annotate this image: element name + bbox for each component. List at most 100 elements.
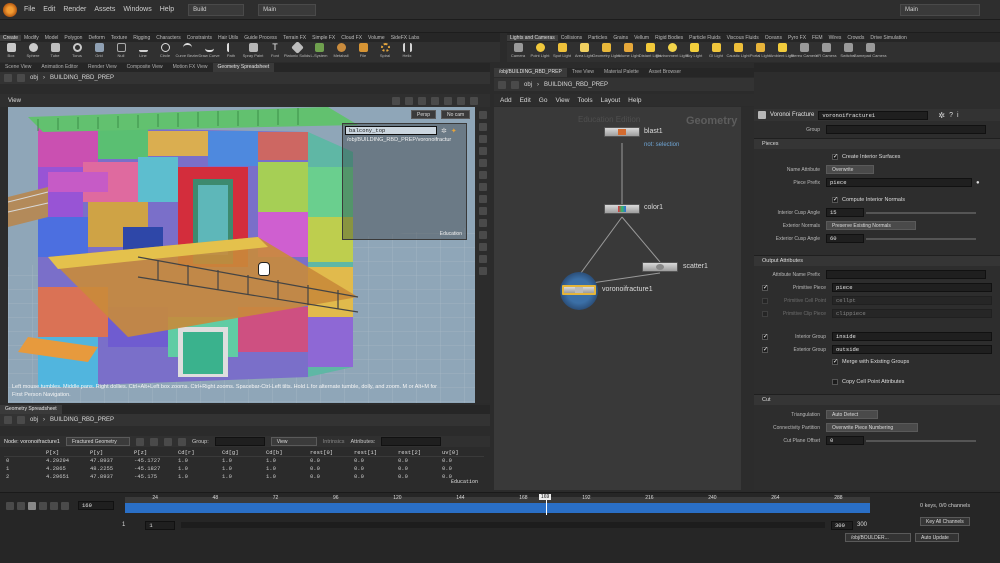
snap-icon[interactable] — [392, 96, 400, 105]
network-canvas[interactable]: Education Edition Geometry blast1 not: s… — [494, 107, 754, 490]
shelf-tab[interactable]: Collisions — [558, 35, 585, 41]
intrinsics-toggle[interactable]: Intrinsics — [323, 439, 345, 445]
view-dropdown[interactable]: View — [270, 437, 317, 446]
shelf-tab[interactable]: Particle Fluids — [686, 35, 723, 41]
draw-curve-tool[interactable]: Draw Curve — [198, 42, 220, 62]
path-obj[interactable]: obj — [524, 82, 532, 88]
vertex-icon[interactable] — [478, 183, 487, 191]
tab-geometry-spreadsheet[interactable]: Geometry Spreadsheet — [212, 63, 275, 72]
step-back-icon[interactable] — [17, 501, 25, 510]
param-node-name[interactable]: voronoifracture1 — [818, 110, 929, 120]
display-options-icon[interactable] — [478, 243, 487, 251]
path-network[interactable]: BUILDING_RBD_PREP — [50, 417, 114, 423]
grid-tool[interactable]: Grid — [88, 42, 110, 62]
menu-file[interactable]: File — [20, 6, 39, 13]
net-menu-help[interactable]: Help — [628, 97, 641, 104]
camera-dropdown[interactable]: No cam — [441, 110, 471, 119]
shelf-tab[interactable]: Constraints — [184, 35, 215, 41]
platonic-tool[interactable]: Platonic Solids — [284, 42, 310, 62]
file-tool[interactable]: File — [352, 42, 374, 62]
ghost-icon[interactable] — [457, 96, 465, 105]
tab-render-view[interactable]: Render View — [83, 63, 122, 72]
vertices-mode-icon[interactable] — [149, 437, 158, 446]
environment-light-tool[interactable]: Environment Light — [656, 42, 688, 62]
exterior-cusp-slider[interactable] — [866, 237, 976, 240]
edges-icon[interactable] — [478, 159, 487, 167]
interior-cusp-field[interactable]: 15 — [826, 208, 864, 217]
tab-composite-view[interactable]: Composite View — [122, 63, 168, 72]
current-frame-field[interactable]: 169 — [78, 501, 114, 510]
shelf-tab[interactable]: Simple FX — [309, 35, 338, 41]
ext-normals-dropdown[interactable]: Preserve Existing Normals — [826, 221, 916, 230]
desktop-dropdown[interactable]: Build — [188, 3, 245, 16]
shelf-tab[interactable]: Rigging — [130, 35, 153, 41]
spiral-tool[interactable]: Spiral — [374, 42, 396, 62]
portal-light-tool[interactable]: Portal Light — [749, 42, 771, 62]
overlay-name-field[interactable]: balcony_top — [345, 126, 437, 135]
shelf-tab[interactable]: Model — [42, 35, 62, 41]
group-param-field[interactable] — [826, 125, 986, 134]
shelf-tab[interactable]: Oceans — [762, 35, 785, 41]
path-network[interactable]: BUILDING_RBD_PREP — [544, 82, 608, 88]
compute-normals-checkbox[interactable]: ✓ — [832, 196, 838, 203]
display-icon[interactable] — [418, 96, 426, 105]
path-obj[interactable]: obj — [30, 417, 38, 423]
net-menu-go[interactable]: Go — [539, 97, 548, 104]
name-attr-dropdown[interactable]: Overwrite — [826, 165, 874, 174]
group-field[interactable] — [214, 437, 265, 446]
menu-assets[interactable]: Assets — [90, 6, 119, 13]
font-tool[interactable]: T Font — [264, 42, 286, 62]
timeline-track[interactable]: 24 48 72 96 120 144 168 192 216 240 264 288 169 — [125, 494, 870, 515]
curve-bezier-tool[interactable]: Curve Bezier — [175, 42, 199, 62]
triangulation-dropdown[interactable]: Auto Detect — [826, 410, 878, 419]
tab-network[interactable]: /obj/BUILDING_RBD_PREP — [494, 68, 567, 77]
exterior-group-field[interactable]: outside — [832, 345, 992, 354]
visibility-icon[interactable] — [478, 207, 487, 215]
prim-piece-field[interactable]: piece — [832, 283, 992, 292]
shelf-tab[interactable]: Lights and Cameras — [507, 34, 558, 41]
main-right-dropdown[interactable]: Main — [900, 3, 980, 16]
jump-end-icon[interactable] — [61, 501, 69, 510]
end-frame-field[interactable]: 300 — [830, 520, 853, 530]
shelf-tab[interactable]: Volume — [365, 35, 388, 41]
scatter-node[interactable] — [642, 262, 678, 272]
select-mode-icon[interactable] — [478, 123, 487, 131]
forward-arrow-icon[interactable] — [17, 416, 25, 424]
switcher-tool[interactable]: Switcher — [837, 42, 859, 62]
net-menu-tools[interactable]: Tools — [577, 97, 592, 104]
menu-help[interactable]: Help — [156, 6, 178, 13]
shelf-tab[interactable]: Viscous Fluids — [724, 35, 762, 41]
lighting-icon[interactable] — [431, 96, 439, 105]
lsystem-tool[interactable]: L-System — [308, 42, 330, 62]
shelf-tab[interactable]: Grains — [610, 35, 631, 41]
shelf-tab[interactable]: Rigid Bodies — [652, 35, 686, 41]
net-menu-layout[interactable]: Layout — [601, 97, 621, 104]
gamepad-camera-tool[interactable]: Gamepad Camera — [854, 42, 886, 62]
gear-icon[interactable]: ✲ — [938, 111, 945, 120]
sky-light-tool[interactable]: Sky Light — [683, 42, 705, 62]
attr-prefix-field[interactable] — [826, 270, 986, 279]
shelf-tab[interactable]: Texture — [108, 35, 130, 41]
forward-arrow-icon[interactable] — [511, 80, 519, 89]
shelf-tab[interactable]: Pyro FX — [785, 35, 809, 41]
tab-scene-view[interactable]: Scene View — [0, 63, 36, 72]
tab-material-palette[interactable]: Material Palette — [599, 68, 644, 77]
shelf-tab[interactable]: SideFX Labs — [388, 35, 423, 41]
overlay-star-icon[interactable]: ✦ — [451, 127, 457, 135]
tab-motion-fx-view[interactable]: Motion FX View — [168, 63, 213, 72]
spray-paint-tool[interactable]: Spray Paint — [242, 42, 264, 62]
wireframe-icon[interactable] — [470, 96, 478, 105]
interior-group-field[interactable]: inside — [832, 332, 992, 341]
primitives-icon[interactable] — [478, 171, 487, 179]
volume-light-tool[interactable]: Volume Light — [616, 42, 640, 62]
prim-clip-field[interactable]: clippiece — [832, 309, 992, 318]
spreadsheet-mode-dropdown[interactable]: Fractured Geometry — [65, 437, 130, 446]
voronoi-node[interactable] — [562, 285, 596, 295]
prim-cell-field[interactable]: cellpt — [832, 296, 992, 305]
create-interior-checkbox[interactable]: ✓ — [832, 154, 838, 160]
geometry-icon[interactable] — [478, 135, 487, 143]
primitives-mode-icon[interactable] — [163, 437, 172, 446]
piece-prefix-field[interactable]: piece — [826, 178, 972, 187]
end-frame[interactable]: 300 — [857, 522, 867, 528]
net-menu-view[interactable]: View — [555, 97, 569, 104]
